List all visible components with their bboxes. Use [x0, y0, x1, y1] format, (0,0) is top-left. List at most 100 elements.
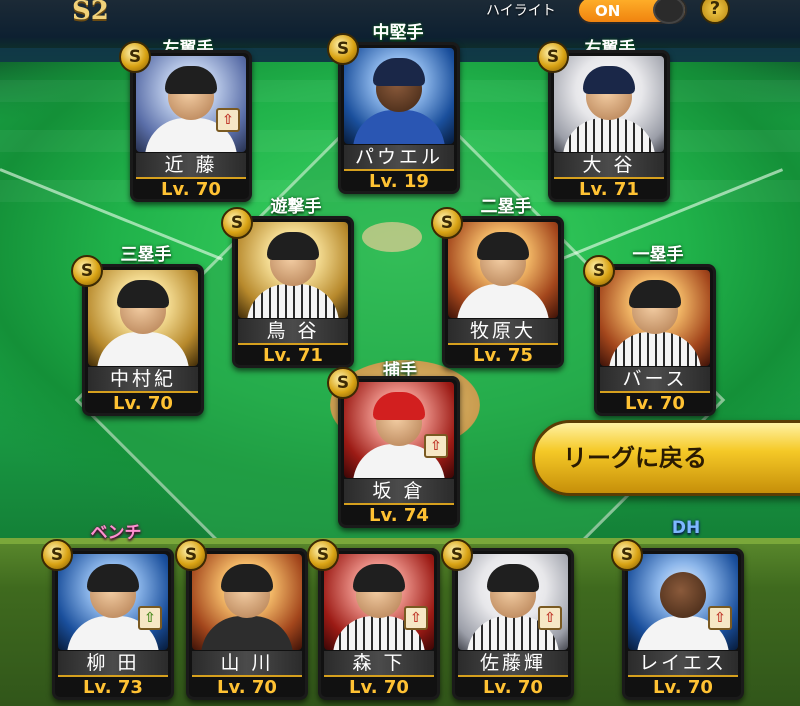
rank-s-icon: S: [307, 539, 339, 571]
helmet: [165, 66, 217, 94]
position-label-ss: 遊撃手: [270, 197, 322, 217]
player-name: バース: [600, 367, 710, 393]
player-name: 大 谷: [554, 153, 664, 179]
rank-s-icon: S: [327, 367, 359, 399]
condition-up-icon: ⇧: [404, 606, 428, 630]
player-card-lf[interactable]: S ⇧ 近 藤 Lv. 70: [119, 41, 252, 202]
player-level: Lv. 73: [83, 677, 143, 698]
helmet: [373, 58, 425, 86]
player-name: 近 藤: [136, 153, 246, 179]
dh-card[interactable]: S ⇧ レイエス Lv. 70: [611, 539, 744, 700]
uniform: [97, 332, 189, 366]
rank-s-icon: S: [175, 539, 207, 571]
player-portrait: [88, 270, 198, 366]
highlight-label: ハイライト: [486, 3, 556, 19]
bench-card-2[interactable]: S 山 川 Lv. 70: [175, 539, 308, 700]
player-level: Lv. 70: [161, 179, 221, 200]
helmet: [487, 564, 539, 592]
player-name: 佐藤輝: [458, 651, 568, 677]
position-label-dh: DH: [671, 518, 701, 538]
cap: [583, 66, 635, 94]
condition-up-icon: ⇧: [708, 606, 732, 630]
player-level: Lv. 70: [653, 677, 713, 698]
player-portrait: ⇧: [136, 56, 246, 152]
player-level: Lv. 70: [113, 393, 173, 414]
player-name: パウエル: [344, 145, 454, 171]
season-badge: S2: [72, 0, 109, 26]
helmet: [117, 280, 169, 308]
rank-s-icon: S: [537, 41, 569, 73]
player-name: 牧原大: [448, 319, 558, 345]
helmet: [477, 232, 529, 260]
condition-up-icon: ⇧: [424, 434, 448, 458]
rank-s-icon: S: [221, 207, 253, 239]
helmet: [221, 564, 273, 592]
player-portrait: [600, 270, 710, 366]
bench-card-3[interactable]: S ⇧ 森 下 Lv. 70: [307, 539, 440, 700]
condition-up-icon: ⇧: [216, 108, 240, 132]
uniform: [563, 118, 655, 152]
uniform: [247, 284, 339, 318]
helmet: [373, 392, 425, 420]
player-portrait: [192, 554, 302, 650]
rank-s-icon: S: [71, 255, 103, 287]
helmet: [629, 280, 681, 308]
player-portrait: ⇧: [344, 382, 454, 478]
player-card-3b[interactable]: S 中村紀 Lv. 70: [71, 255, 204, 416]
rank-s-icon: S: [441, 539, 473, 571]
player-level: Lv. 70: [217, 677, 277, 698]
rank-s-icon: S: [41, 539, 73, 571]
player-name: 坂 倉: [344, 479, 454, 505]
player-portrait: ⇧: [458, 554, 568, 650]
player-level: Lv. 70: [625, 393, 685, 414]
rank-s-icon: S: [327, 33, 359, 65]
player-card-c[interactable]: S ⇧ 坂 倉 Lv. 74: [327, 367, 460, 528]
uniform: [609, 332, 701, 366]
player-portrait: [344, 48, 454, 144]
condition-up-icon: ⇧: [538, 606, 562, 630]
player-portrait: [448, 222, 558, 318]
player-portrait: ⇧: [324, 554, 434, 650]
player-card-cf[interactable]: S パウエル Lv. 19: [327, 33, 460, 194]
second-base: [362, 222, 422, 252]
player-portrait: [554, 56, 664, 152]
player-name: 鳥 谷: [238, 319, 348, 345]
cap: [267, 232, 319, 260]
player-level: Lv. 71: [263, 345, 323, 366]
player-name: 森 下: [324, 651, 434, 677]
player-card-ss[interactable]: S 鳥 谷 Lv. 71: [221, 207, 354, 368]
highlight-toggle[interactable]: ON: [577, 0, 687, 24]
rank-s-icon: S: [583, 255, 615, 287]
position-label-bench: ベンチ: [90, 523, 142, 543]
player-level: Lv. 71: [579, 179, 639, 200]
player-name: 柳 田: [58, 651, 168, 677]
lineup-screen: { "header": { "season_badge": "S2", "hig…: [0, 0, 800, 706]
player-level: Lv. 74: [369, 505, 429, 526]
player-card-1b[interactable]: S バース Lv. 70: [583, 255, 716, 416]
player-card-rf[interactable]: S 大 谷 Lv. 71: [537, 41, 670, 202]
player-card-2b[interactable]: S 牧原大 Lv. 75: [431, 207, 564, 368]
player-portrait: ⇧: [628, 554, 738, 650]
highlight-toggle-text: ON: [595, 2, 621, 20]
player-level: Lv. 70: [349, 677, 409, 698]
player-head: [660, 572, 706, 618]
rank-s-icon: S: [611, 539, 643, 571]
player-level: Lv. 75: [473, 345, 533, 366]
player-portrait: ⇧: [58, 554, 168, 650]
return-to-league-button[interactable]: リーグに戻る: [532, 420, 800, 496]
player-name: レイエス: [628, 651, 738, 677]
player-name: 山 川: [192, 651, 302, 677]
rank-s-icon: S: [431, 207, 463, 239]
cap: [353, 564, 405, 592]
player-level: Lv. 19: [369, 171, 429, 192]
uniform: [457, 284, 549, 318]
position-label-1b: 一塁手: [632, 245, 684, 265]
uniform: [353, 110, 445, 144]
player-level: Lv. 70: [483, 677, 543, 698]
helmet: [87, 564, 139, 592]
bench-card-1[interactable]: S ⇧ 柳 田 Lv. 73: [41, 539, 174, 700]
condition-up-icon: ⇧: [138, 606, 162, 630]
bench-card-4[interactable]: S ⇧ 佐藤輝 Lv. 70: [441, 539, 574, 700]
player-portrait: [238, 222, 348, 318]
player-name: 中村紀: [88, 367, 198, 393]
